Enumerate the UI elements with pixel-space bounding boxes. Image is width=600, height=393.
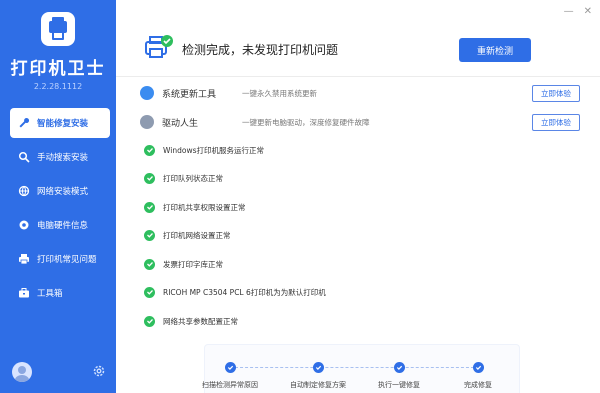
tool-name: 驱动人生: [162, 118, 199, 129]
step-check-icon: [472, 362, 484, 373]
tool-row-system-update: 系统更新工具 一键永久禁用系统更新 立即体验: [140, 82, 580, 104]
avatar[interactable]: [12, 362, 32, 382]
network-icon: [18, 185, 30, 197]
step-check-icon: [224, 362, 236, 373]
sidebar-item-manual-search[interactable]: 手动搜索安装: [10, 142, 110, 172]
step-complete: 完成修复: [438, 362, 518, 390]
check-text: Windows打印机服务运行正常: [163, 145, 264, 155]
check-item: 发票打印字库正常: [144, 257, 223, 271]
app-version: 2.2.28.1112: [33, 82, 83, 91]
tool-name: 系统更新工具: [162, 89, 217, 100]
tool-desc: 一键永久禁用系统更新: [242, 88, 317, 98]
try-now-button[interactable]: 立即体验: [532, 84, 580, 102]
check-item: 打印机共享权限设置正常: [144, 200, 246, 214]
check-text: RICOH MP C3504 PCL 6打印机为为默认打印机: [163, 287, 326, 297]
check-icon: [144, 172, 155, 184]
sidebar-item-label: 网络安装模式: [37, 187, 89, 197]
check-item: 网络共享参数配置正常: [144, 314, 238, 328]
check-icon: [144, 258, 155, 270]
check-text: 打印队列状态正常: [163, 173, 223, 183]
sidebar-item-smart-repair[interactable]: 智能修复安装: [10, 108, 110, 138]
app-title: 打印机卫士: [10, 59, 106, 79]
tool-desc: 一键更新电脑驱动，深度修复硬件故障: [242, 117, 370, 127]
check-icon: [144, 229, 155, 241]
check-item: Windows打印机服务运行正常: [144, 143, 264, 157]
sidebar-nav: 智能修复安装 手动搜索安装 网络安装模式 电脑硬件信息 打印机常见问题 工具箱: [0, 108, 116, 312]
wrench-icon: [18, 117, 30, 129]
window-controls: — ✕: [564, 6, 592, 17]
check-text: 发票打印字库正常: [163, 259, 223, 269]
check-text: 打印机网络设置正常: [163, 230, 231, 240]
toolbox-icon: [18, 287, 30, 299]
check-item: RICOH MP C3504 PCL 6打印机为为默认打印机: [144, 285, 326, 299]
settings-gear-icon[interactable]: [92, 364, 106, 378]
close-button[interactable]: ✕: [584, 6, 592, 17]
logo-area: 打印机卫士 2.2.28.1112: [0, 12, 116, 91]
sidebar-item-label: 电脑硬件信息: [37, 221, 89, 231]
sidebar-item-toolbox[interactable]: 工具箱: [10, 278, 110, 308]
step-label: 自动制定修复方案: [290, 381, 346, 389]
scan-status-text: 检测完成，未发现打印机问题: [182, 43, 339, 57]
check-item: 打印队列状态正常: [144, 171, 223, 185]
step-scan: 扫描检测异常原因: [190, 362, 270, 390]
try-now-button[interactable]: 立即体验: [532, 113, 580, 131]
check-icon: [144, 201, 155, 213]
check-icon: [144, 286, 155, 298]
sidebar-item-label: 手动搜索安装: [37, 153, 89, 163]
step-plan: 自动制定修复方案: [278, 362, 358, 390]
check-text: 网络共享参数配置正常: [163, 316, 238, 326]
printer-icon: [18, 253, 30, 265]
driver-life-icon: [140, 115, 154, 129]
check-icon: [144, 315, 155, 327]
step-check-icon: [312, 362, 324, 373]
check-item: 打印机网络设置正常: [144, 228, 231, 242]
step-label: 扫描检测异常原因: [202, 381, 258, 389]
printer-check-icon: [144, 34, 174, 60]
system-update-icon: [140, 86, 154, 100]
main-panel: — ✕ 检测完成，未发现打印机问题 重新检测 系统更新工具 一键永久禁用系统更新…: [116, 0, 600, 393]
sidebar-item-printer-faq[interactable]: 打印机常见问题: [10, 244, 110, 274]
hardware-icon: [18, 219, 30, 231]
search-icon: [18, 151, 30, 163]
progress-steps: 扫描检测异常原因 自动制定修复方案 执行一键修复 完成修复: [202, 352, 520, 392]
tool-row-driver-life: 驱动人生 一键更新电脑驱动，深度修复硬件故障 立即体验: [140, 111, 580, 133]
step-repair: 执行一键修复: [359, 362, 439, 390]
step-label: 执行一键修复: [378, 381, 420, 389]
minimize-button[interactable]: —: [564, 6, 574, 17]
step-label: 完成修复: [464, 381, 492, 389]
printer-logo-icon: [41, 12, 75, 46]
result-header: 检测完成，未发现打印机问题 重新检测: [116, 28, 600, 74]
step-check-icon: [393, 362, 405, 373]
sidebar-item-label: 智能修复安装: [37, 119, 89, 129]
sidebar: 打印机卫士 2.2.28.1112 智能修复安装 手动搜索安装 网络安装模式 电…: [0, 0, 116, 393]
check-text: 打印机共享权限设置正常: [163, 202, 246, 212]
rescan-button[interactable]: 重新检测: [459, 38, 531, 62]
divider: [116, 76, 600, 77]
sidebar-item-label: 工具箱: [37, 289, 63, 299]
sidebar-item-label: 打印机常见问题: [37, 255, 97, 265]
check-icon: [144, 144, 155, 156]
sidebar-item-hardware-info[interactable]: 电脑硬件信息: [10, 210, 110, 240]
sidebar-item-network-install[interactable]: 网络安装模式: [10, 176, 110, 206]
